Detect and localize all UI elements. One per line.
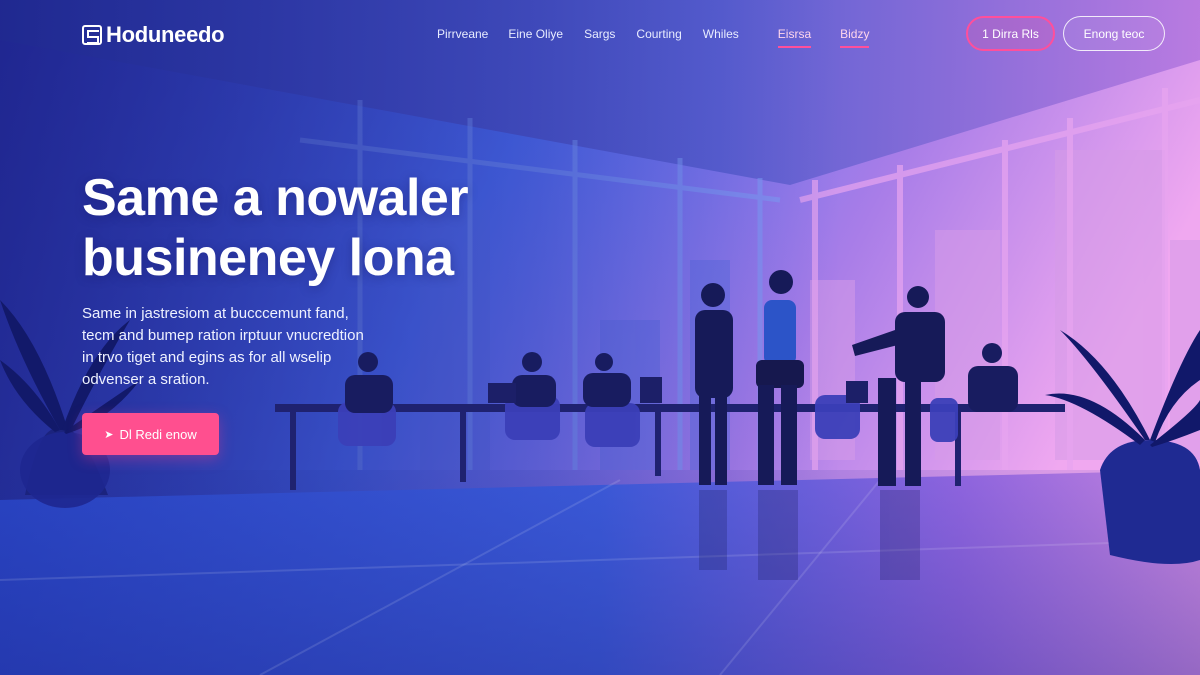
arrow-icon: ➤ [104, 428, 114, 441]
hero-title: Same a nowaler busineney lona [82, 168, 469, 288]
nav-menu: Pirrveane Eine Oliye Sargs Courting Whil… [437, 27, 870, 48]
nav-link-courting[interactable]: Courting [636, 27, 681, 48]
hero-description-line-3: in trvo tiget and egins as for all wseli… [82, 349, 332, 366]
brand-logo[interactable]: Hoduneedo [82, 22, 225, 48]
nav-link-eine-oliye[interactable]: Eine Oliye [508, 27, 563, 48]
nav-link-eisrsa[interactable]: Eisrsa [777, 27, 812, 48]
hero-description-line-1: Same in jastresiom at bucccemunt fand, [82, 305, 349, 322]
hero-description-line-2: tecm and bumep ration irptuur vnucredtio… [82, 327, 364, 344]
hero-cta-button[interactable]: ➤ Dl Redi enow [82, 413, 219, 455]
brand-name: Hoduneedo [106, 22, 225, 47]
nav-link-bidzy[interactable]: Bidzy [840, 27, 870, 48]
hero-section: Hoduneedo Pirrveane Eine Oliye Sargs Cou… [0, 0, 1200, 675]
nav-link-whiles[interactable]: Whiles [703, 27, 739, 48]
header-secondary-button[interactable]: Enong teoc [1063, 16, 1165, 51]
nav-link-pirrveane[interactable]: Pirrveane [437, 27, 488, 48]
hero-title-line-1: Same a nowaler [82, 169, 469, 227]
hero-description: Same in jastresiom at bucccemunt fand, t… [82, 303, 412, 391]
top-navigation: Hoduneedo Pirrveane Eine Oliye Sargs Cou… [0, 0, 1200, 68]
logo-mark-icon [82, 25, 102, 45]
hero-description-line-4: odvenser a sration. [82, 371, 210, 388]
header-primary-button[interactable]: 1 Dirra Rls [966, 16, 1055, 51]
nav-link-sargs[interactable]: Sargs [584, 27, 615, 48]
hero-title-line-2: busineney lona [82, 229, 454, 287]
hero-cta-label: Dl Redi enow [119, 426, 197, 442]
